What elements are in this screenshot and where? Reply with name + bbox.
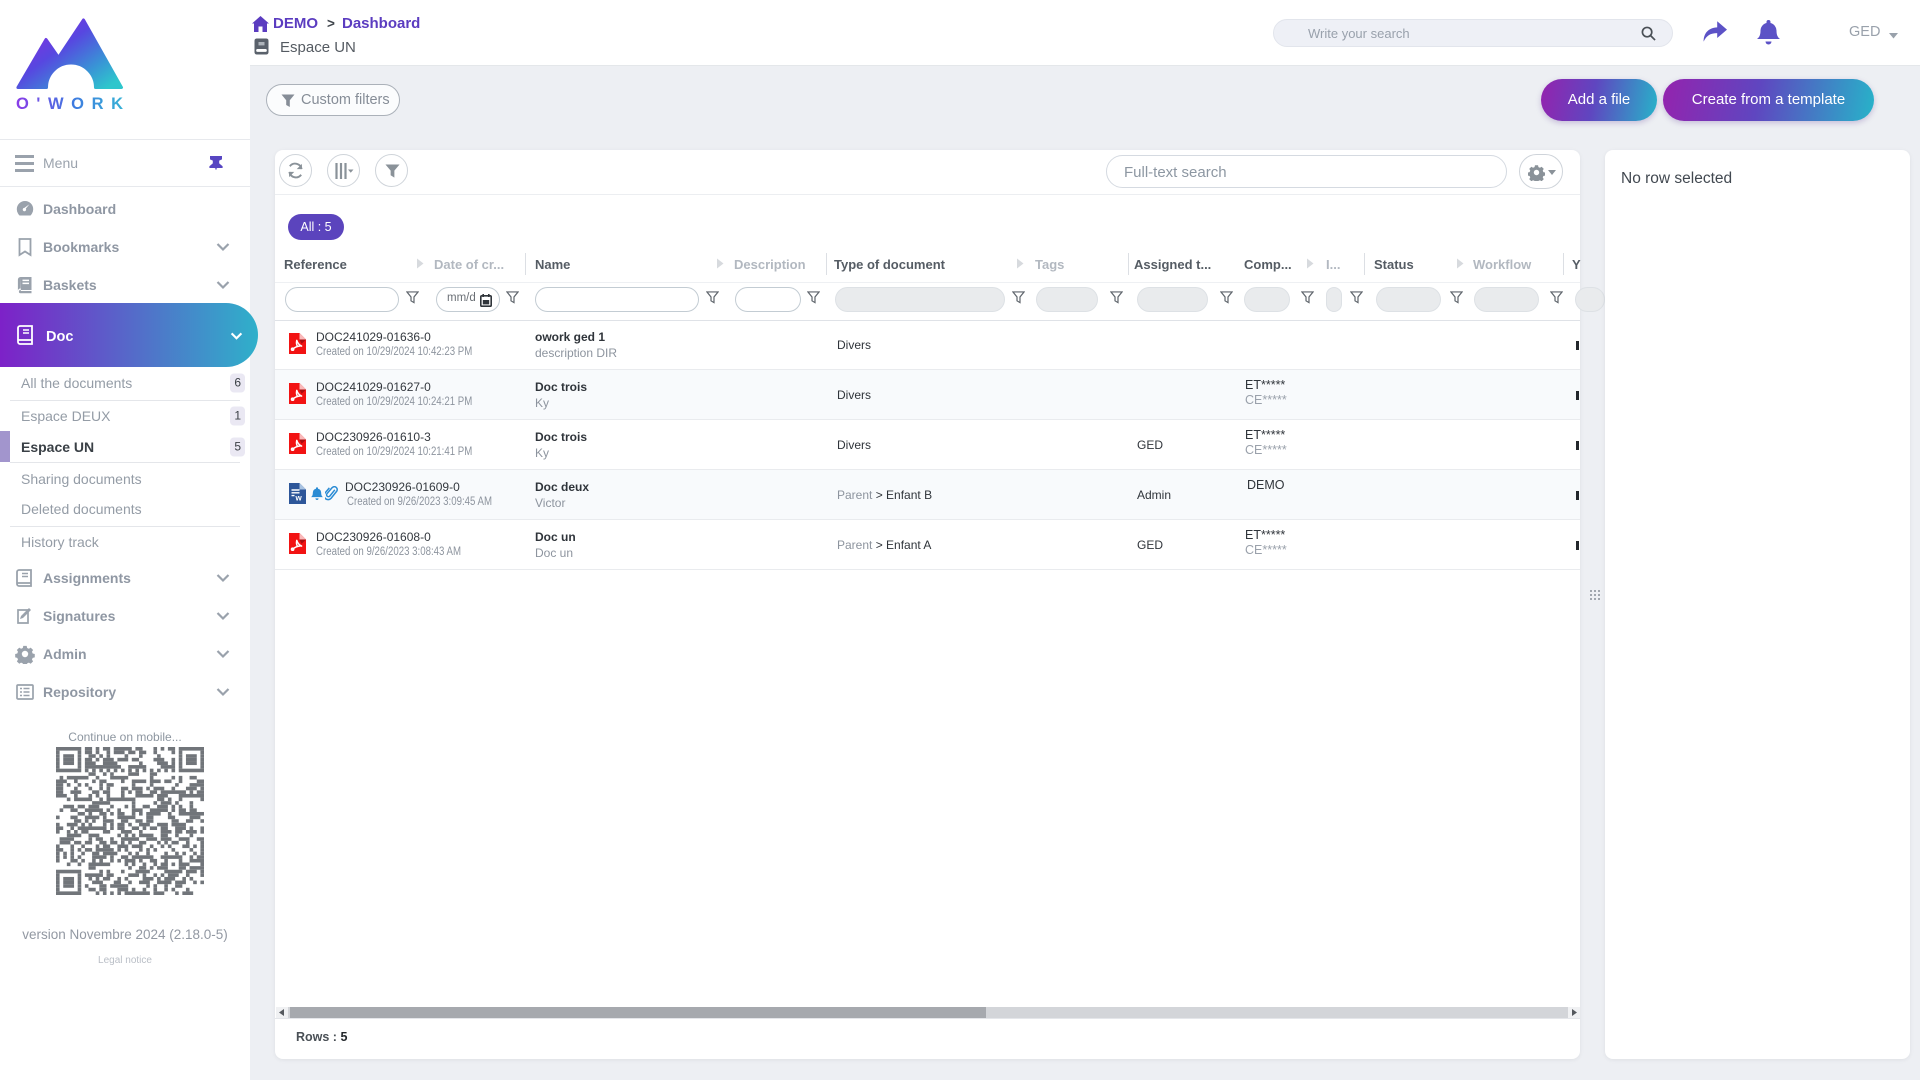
svg-text:O'WORK: O'WORK xyxy=(16,95,126,113)
svg-text:w: w xyxy=(295,494,303,503)
